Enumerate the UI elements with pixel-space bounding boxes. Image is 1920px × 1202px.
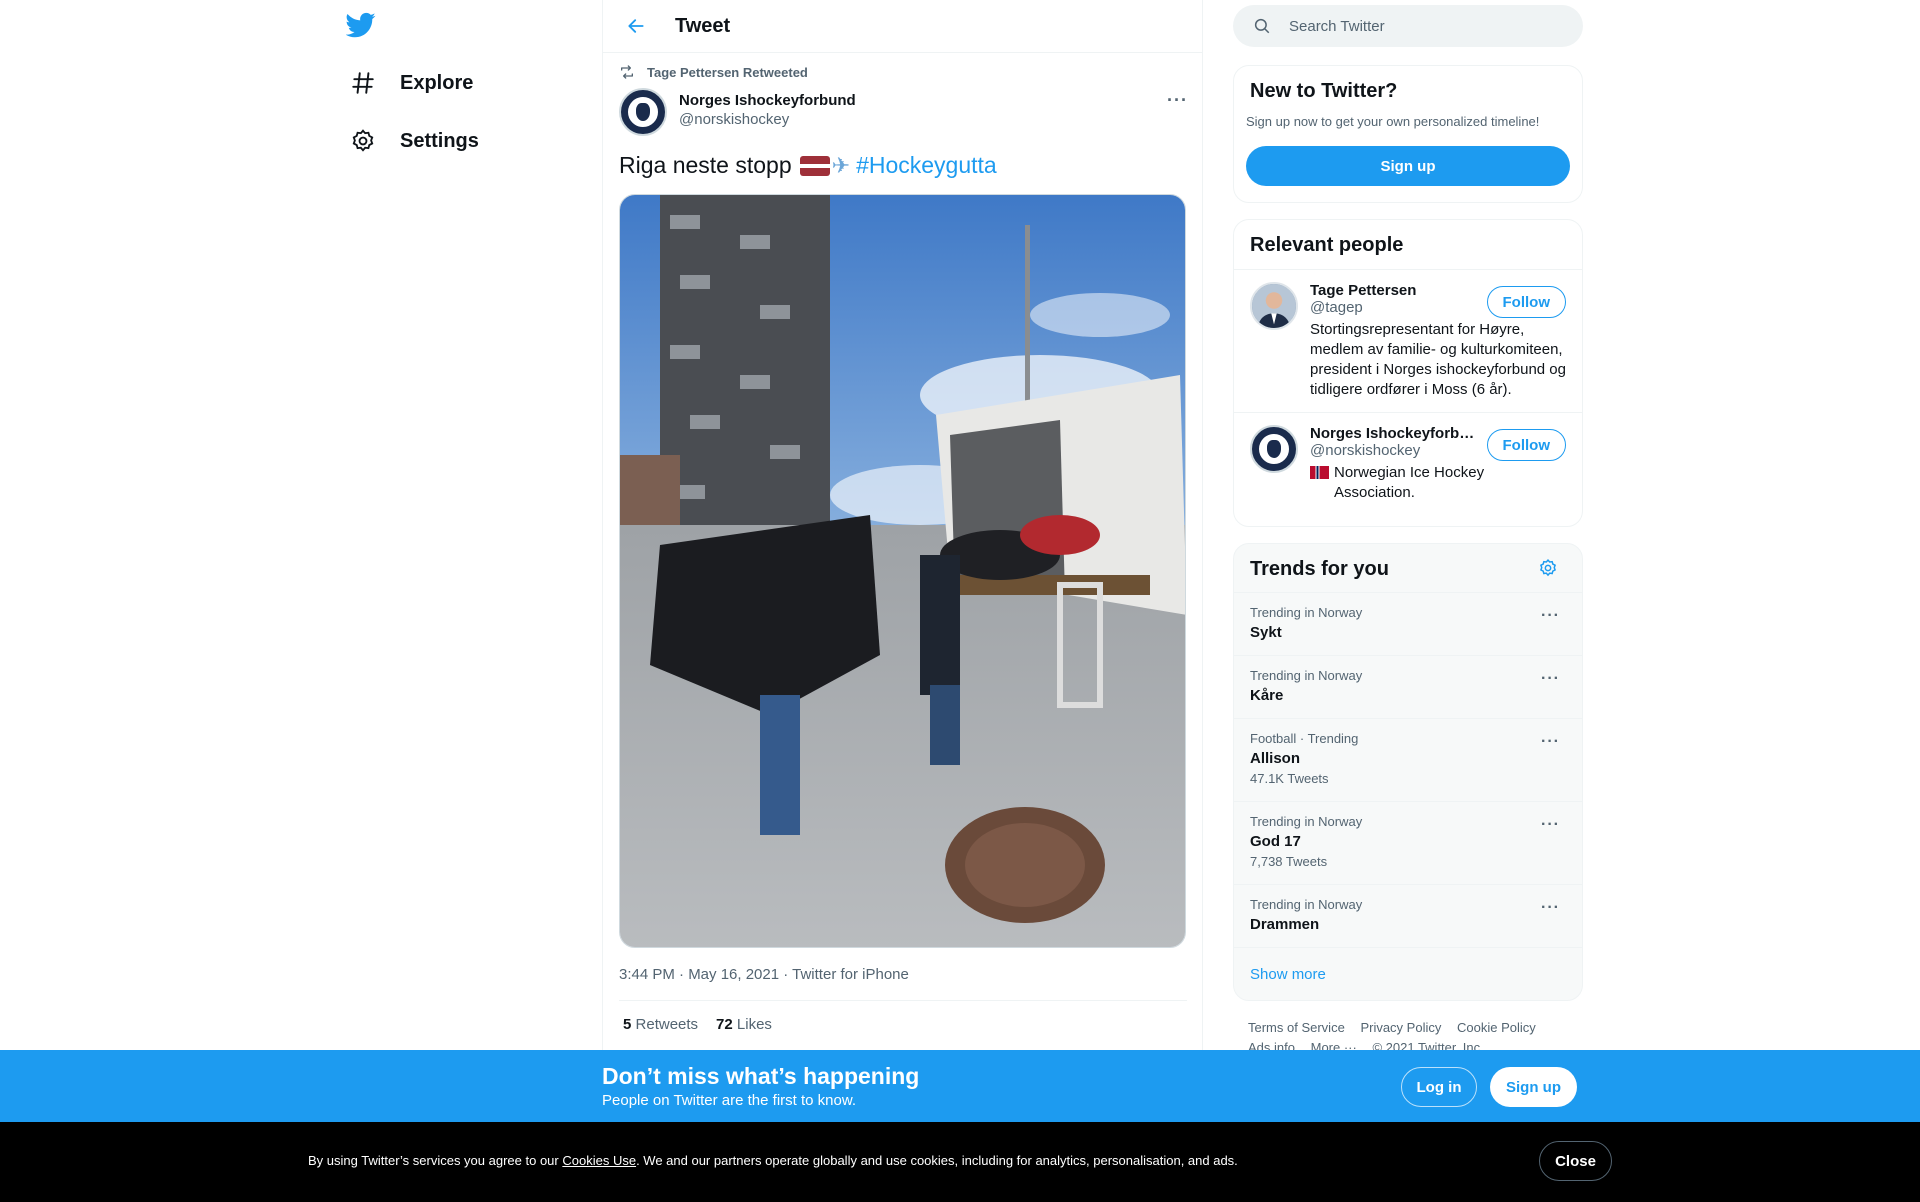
trend-more-icon[interactable]: ··· bbox=[1541, 607, 1560, 625]
trend-more-icon[interactable]: ··· bbox=[1541, 816, 1560, 834]
trend-category: Trending in Norway bbox=[1250, 897, 1363, 912]
new-to-twitter-card: New to Twitter? Sign up now to get your … bbox=[1233, 65, 1583, 203]
person-tage-pettersen[interactable]: Tage Pettersen @tagep Stortingsrepresent… bbox=[1234, 269, 1582, 412]
trend-category: Trending in Norway bbox=[1250, 814, 1363, 829]
likes-count: 72 bbox=[716, 1016, 733, 1033]
nav-settings[interactable]: Settings bbox=[348, 117, 479, 165]
divider bbox=[619, 1000, 1187, 1001]
relevant-people-card: Relevant people Tage Pettersen @tagep St… bbox=[1233, 219, 1583, 527]
banner-signup-button[interactable]: Sign up bbox=[1490, 1067, 1577, 1107]
trend-item[interactable]: Trending in Norway Sykt ··· bbox=[1234, 592, 1582, 655]
cookie-policy-link[interactable]: Cookie Policy bbox=[1457, 1020, 1536, 1035]
trends-title: Trends for you bbox=[1250, 558, 1389, 580]
follow-button[interactable]: Follow bbox=[1486, 286, 1566, 318]
likes-label: Likes bbox=[736, 1016, 772, 1033]
new-to-twitter-title: New to Twitter? bbox=[1250, 80, 1398, 102]
cookies-use-link[interactable]: Cookies Use bbox=[562, 1153, 636, 1168]
hashtag-icon bbox=[348, 68, 378, 98]
person-name[interactable]: Norges Ishockeyforbund bbox=[1310, 425, 1478, 442]
trend-item[interactable]: Trending in Norway God 17 7,738 Tweets ·… bbox=[1234, 801, 1582, 884]
person-bio: Stortingsrepresentant for Høyre, medlem … bbox=[1310, 321, 1566, 398]
retweet-icon bbox=[621, 65, 633, 79]
cookie-text-after: . We and our partners operate globally a… bbox=[636, 1153, 1238, 1168]
cookie-bar: By using Twitter’s services you agree to… bbox=[0, 1122, 1920, 1202]
gear-icon bbox=[348, 126, 378, 156]
trend-name: Allison bbox=[1250, 750, 1301, 767]
retweets-label: Retweets bbox=[635, 1016, 699, 1033]
trend-more-icon[interactable]: ··· bbox=[1541, 899, 1560, 917]
trend-more-icon[interactable]: ··· bbox=[1541, 733, 1560, 751]
tweet-column: Tweet Tage Pettersen Retweeted Norges Is… bbox=[602, 0, 1203, 1202]
hashtag-link[interactable]: #Hockeygutta bbox=[856, 152, 997, 179]
retweets-count: 5 bbox=[623, 1016, 632, 1033]
retweet-context[interactable]: Tage Pettersen Retweeted bbox=[619, 64, 808, 80]
trend-category: Football · Trending bbox=[1250, 731, 1359, 746]
tweet-text: Riga neste stopp ✈ #Hockeygutta bbox=[619, 152, 997, 179]
search-input[interactable]: Search Twitter bbox=[1289, 18, 1385, 35]
trend-item[interactable]: Football · Trending Allison 47.1K Tweets… bbox=[1234, 718, 1582, 801]
tweet-body: Riga neste stopp bbox=[619, 152, 792, 178]
airplane-icon: ✈ bbox=[831, 152, 851, 178]
likes-stat[interactable]: 72 Likes bbox=[716, 1016, 772, 1033]
trends-card: Trends for you Trending in Norway Sykt ·… bbox=[1233, 543, 1583, 1001]
trend-item[interactable]: Trending in Norway Drammen ··· bbox=[1234, 884, 1582, 947]
author-avatar[interactable] bbox=[619, 88, 667, 136]
trend-count: 47.1K Tweets bbox=[1250, 771, 1329, 786]
trend-more-icon[interactable]: ··· bbox=[1541, 670, 1560, 688]
signup-banner: Don’t miss what’s happening People on Tw… bbox=[0, 1050, 1920, 1122]
tweet-stats: 5 Retweets 72 Likes bbox=[623, 1016, 772, 1033]
privacy-link[interactable]: Privacy Policy bbox=[1360, 1020, 1441, 1035]
latvia-flag-icon bbox=[799, 155, 830, 176]
retweets-stat[interactable]: 5 Retweets bbox=[623, 1016, 698, 1033]
cookie-text-before: By using Twitter’s services you agree to… bbox=[308, 1153, 563, 1168]
new-to-twitter-subtitle: Sign up now to get your own personalized… bbox=[1246, 114, 1540, 129]
avatar[interactable] bbox=[1250, 425, 1298, 473]
trend-count: 7,738 Tweets bbox=[1250, 854, 1328, 869]
twitter-logo-icon[interactable] bbox=[345, 10, 382, 46]
trend-name: Sykt bbox=[1250, 624, 1282, 641]
cookie-text: By using Twitter’s services you agree to… bbox=[308, 1153, 1238, 1168]
trend-category: Trending in Norway bbox=[1250, 668, 1363, 683]
trend-name: God 17 bbox=[1250, 833, 1301, 850]
author-handle[interactable]: @norskishockey bbox=[679, 111, 856, 128]
show-more-link[interactable]: Show more bbox=[1234, 947, 1582, 1000]
banner-subtitle: People on Twitter are the first to know. bbox=[602, 1092, 857, 1109]
norway-flag-icon bbox=[1310, 466, 1329, 479]
person-norges-ishockeyforbund[interactable]: Norges Ishockeyforbund @norskishockey No… bbox=[1234, 412, 1582, 515]
author-block[interactable]: Norges Ishockeyforbund @norskishockey bbox=[679, 92, 856, 128]
sidebar-signup-button[interactable]: Sign up bbox=[1246, 146, 1570, 186]
trend-name: Drammen bbox=[1250, 916, 1320, 933]
banner-title: Don’t miss what’s happening bbox=[602, 1063, 920, 1089]
page-title: Tweet bbox=[675, 14, 731, 37]
relevant-people-title: Relevant people bbox=[1250, 234, 1404, 256]
search-icon bbox=[1253, 17, 1271, 35]
terms-link[interactable]: Terms of Service bbox=[1248, 1020, 1345, 1035]
person-bio-row: Norwegian Ice Hockey Association. bbox=[1310, 463, 1560, 503]
cookie-close-button[interactable]: Close bbox=[1539, 1141, 1612, 1181]
nav-explore[interactable]: Explore bbox=[348, 59, 473, 107]
back-arrow-icon[interactable] bbox=[619, 9, 653, 43]
login-button[interactable]: Log in bbox=[1401, 1067, 1477, 1107]
trends-header: Trends for you bbox=[1234, 544, 1582, 592]
follow-button[interactable]: Follow bbox=[1486, 429, 1566, 461]
tweet-more-icon[interactable]: ··· bbox=[1167, 90, 1188, 111]
tweet-timestamp[interactable]: 3:44 PM · May 16, 2021 · Twitter for iPh… bbox=[619, 966, 909, 983]
trends-settings-gear-icon[interactable] bbox=[1538, 558, 1558, 583]
person-bio: Norwegian Ice Hockey Association. bbox=[1334, 464, 1485, 501]
search-box[interactable]: Search Twitter bbox=[1233, 5, 1583, 47]
retweeted-by-label: Tage Pettersen Retweeted bbox=[647, 64, 808, 80]
nav-settings-label: Settings bbox=[400, 129, 479, 152]
person-name[interactable]: Tage Pettersen bbox=[1310, 282, 1478, 299]
author-name[interactable]: Norges Ishockeyforbund bbox=[679, 92, 856, 109]
trend-category: Trending in Norway bbox=[1250, 605, 1363, 620]
tweet-photo[interactable] bbox=[619, 194, 1186, 948]
trend-name: Kåre bbox=[1250, 687, 1284, 704]
avatar[interactable] bbox=[1250, 282, 1298, 330]
tweet-header: Tweet bbox=[603, 0, 1203, 53]
nav-explore-label: Explore bbox=[400, 71, 474, 94]
trend-item[interactable]: Trending in Norway Kåre ··· bbox=[1234, 655, 1582, 718]
